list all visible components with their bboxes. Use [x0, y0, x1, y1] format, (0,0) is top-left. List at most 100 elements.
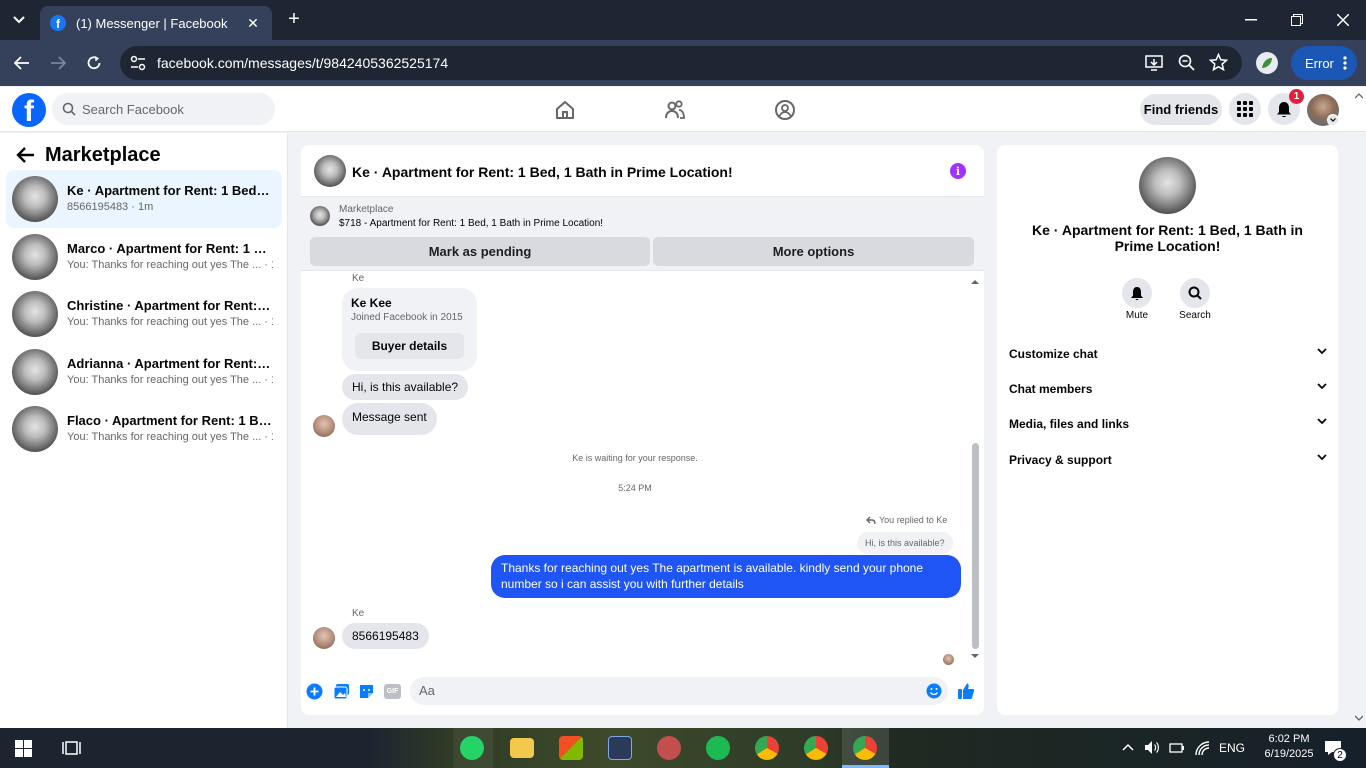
listing-thumbnail — [12, 349, 58, 395]
back-button[interactable] — [9, 50, 35, 76]
home-nav-button[interactable] — [550, 95, 580, 125]
app-icon[interactable] — [657, 736, 681, 760]
conversation-item[interactable]: Christine · Apartment for Rent: 1 B... Y… — [6, 285, 282, 343]
search-input[interactable] — [82, 101, 262, 117]
volume-icon[interactable] — [1144, 740, 1160, 755]
restore-button[interactable] — [1282, 8, 1312, 32]
conversation-item[interactable]: Flaco · Apartment for Rent: 1 Bed, ... Y… — [6, 400, 282, 458]
listing-thumbnail — [12, 234, 58, 280]
language-indicator[interactable]: ENG — [1219, 741, 1245, 755]
section-media-files-links[interactable]: Media, files and links — [1009, 414, 1327, 434]
conversation-item[interactable]: Ke · Apartment for Rent: 1 Bed, 1 B... 8… — [6, 170, 282, 228]
emoji-icon[interactable] — [926, 683, 942, 699]
listing-thumbnail[interactable] — [314, 155, 346, 187]
bell-icon — [1277, 101, 1291, 117]
mute-button[interactable] — [1122, 278, 1152, 308]
windows-taskbar: ENG 6:02 PM 6/19/2025 2 — [0, 728, 1366, 768]
groups-nav-button[interactable] — [770, 95, 800, 125]
mark-as-pending-button[interactable]: Mark as pending — [310, 237, 650, 266]
section-customize-chat[interactable]: Customize chat — [1009, 344, 1327, 364]
photoshop-icon[interactable] — [608, 736, 632, 760]
facebook-favicon-icon: f — [50, 15, 66, 31]
windows-start-icon[interactable] — [15, 740, 32, 757]
browser-tab[interactable]: f (1) Messenger | Facebook ✕ — [40, 6, 272, 40]
chat-title[interactable]: Ke · Apartment for Rent: 1 Bed, 1 Bath i… — [352, 164, 733, 180]
clock-date: 6/19/2025 — [1264, 748, 1314, 760]
scroll-down-icon[interactable] — [1355, 715, 1363, 721]
task-view-icon[interactable] — [62, 739, 81, 757]
chrome-icon[interactable] — [804, 736, 828, 760]
search-in-chat-button[interactable] — [1180, 278, 1210, 308]
friends-nav-button[interactable] — [660, 95, 690, 125]
file-explorer-icon[interactable] — [510, 738, 534, 758]
close-window-button[interactable] — [1328, 8, 1358, 32]
photo-icon[interactable] — [333, 683, 350, 700]
sticker-icon[interactable] — [358, 683, 375, 700]
message-input[interactable] — [419, 683, 899, 698]
find-friends-button[interactable]: Find friends — [1140, 94, 1222, 125]
avatar[interactable] — [313, 415, 335, 437]
profile-error-button[interactable]: Error — [1291, 46, 1357, 80]
account-chevron-icon[interactable] — [1327, 114, 1339, 126]
chrome-icon[interactable] — [755, 736, 779, 760]
section-label: Media, files and links — [1009, 417, 1130, 431]
tab-close-icon[interactable]: ✕ — [244, 15, 262, 32]
message-input-box[interactable] — [410, 677, 948, 705]
menu-button[interactable] — [1229, 93, 1261, 125]
microsoft-store-icon[interactable] — [559, 736, 583, 760]
chrome-icon[interactable] — [853, 736, 877, 760]
sender-label: Ke — [352, 608, 365, 619]
tray-chevron-up-icon[interactable] — [1122, 743, 1134, 751]
scroll-up-icon[interactable] — [1355, 93, 1363, 99]
buyer-details-button[interactable]: Buyer details — [355, 333, 464, 359]
thumbs-up-icon[interactable] — [957, 682, 974, 699]
marketplace-conversation-list: Marketplace Ke · Apartment for Rent: 1 B… — [0, 133, 288, 728]
facebook-logo-icon[interactable]: f — [12, 93, 46, 127]
conversation-name: Ke · Apartment for Rent: 1 Bed, 1 B... — [67, 183, 273, 198]
forward-button[interactable] — [45, 50, 71, 76]
site-settings-icon[interactable] — [130, 55, 146, 71]
restore-icon — [1291, 14, 1303, 26]
outgoing-message: Thanks for reaching out yes The apartmen… — [491, 555, 961, 598]
tab-search-button[interactable] — [6, 7, 32, 33]
info-icon[interactable]: i — [950, 163, 966, 179]
new-tab-button[interactable]: + — [282, 8, 306, 32]
zoom-icon[interactable] — [1178, 54, 1196, 72]
gif-button[interactable]: GIF — [384, 684, 401, 699]
reload-button[interactable] — [81, 50, 107, 76]
more-options-button[interactable]: More options — [653, 237, 974, 266]
page-scrollbar[interactable] — [1352, 90, 1366, 728]
conversation-item[interactable]: Marco · Apartment for Rent: 1 Bed,... Yo… — [6, 228, 282, 286]
bookmark-star-icon[interactable] — [1209, 53, 1228, 72]
minimize-button[interactable] — [1236, 8, 1266, 32]
wifi-icon[interactable] — [1194, 740, 1210, 756]
listing-line[interactable]: $718 - Apartment for Rent: 1 Bed, 1 Bath… — [339, 218, 603, 229]
conversation-item[interactable]: Adrianna · Apartment for Rent: 1 B... Yo… — [6, 343, 282, 401]
arrow-left-icon[interactable] — [14, 145, 38, 165]
section-privacy-support[interactable]: Privacy & support — [1009, 450, 1327, 470]
listing-thumbnail[interactable] — [1139, 157, 1196, 214]
spotify-icon[interactable] — [706, 736, 730, 760]
incoming-message: Message sent — [342, 403, 437, 435]
chat-info-panel: Ke · Apartment for Rent: 1 Bed, 1 Bath i… — [997, 145, 1338, 715]
install-app-icon[interactable] — [1145, 54, 1163, 72]
profile-avatar[interactable] — [1307, 94, 1339, 126]
tab-title: (1) Messenger | Facebook — [76, 15, 228, 31]
battery-icon[interactable] — [1169, 741, 1185, 754]
facebook-search-box[interactable] — [52, 93, 275, 125]
chevron-down-icon — [1317, 418, 1327, 425]
extension-icon[interactable] — [1256, 52, 1278, 74]
chevron-down-icon — [1317, 383, 1327, 390]
system-clock[interactable]: 6:02 PM 6/19/2025 — [1253, 732, 1325, 762]
avatar[interactable] — [313, 627, 335, 649]
facebook-header: f Find friends — [0, 87, 1366, 132]
plus-circle-icon[interactable] — [306, 683, 323, 700]
scroll-up-icon[interactable] — [971, 279, 979, 285]
address-bar[interactable]: facebook.com/messages/t/9842405362525174 — [120, 46, 1242, 80]
replied-to-label: You replied to Ke — [866, 515, 947, 525]
section-chat-members[interactable]: Chat members — [1009, 379, 1327, 399]
whatsapp-icon[interactable] — [460, 736, 484, 760]
scroll-thumb[interactable] — [972, 443, 979, 649]
scroll-down-icon[interactable] — [971, 653, 979, 659]
quoted-message[interactable]: Hi, is this available? — [857, 532, 953, 554]
